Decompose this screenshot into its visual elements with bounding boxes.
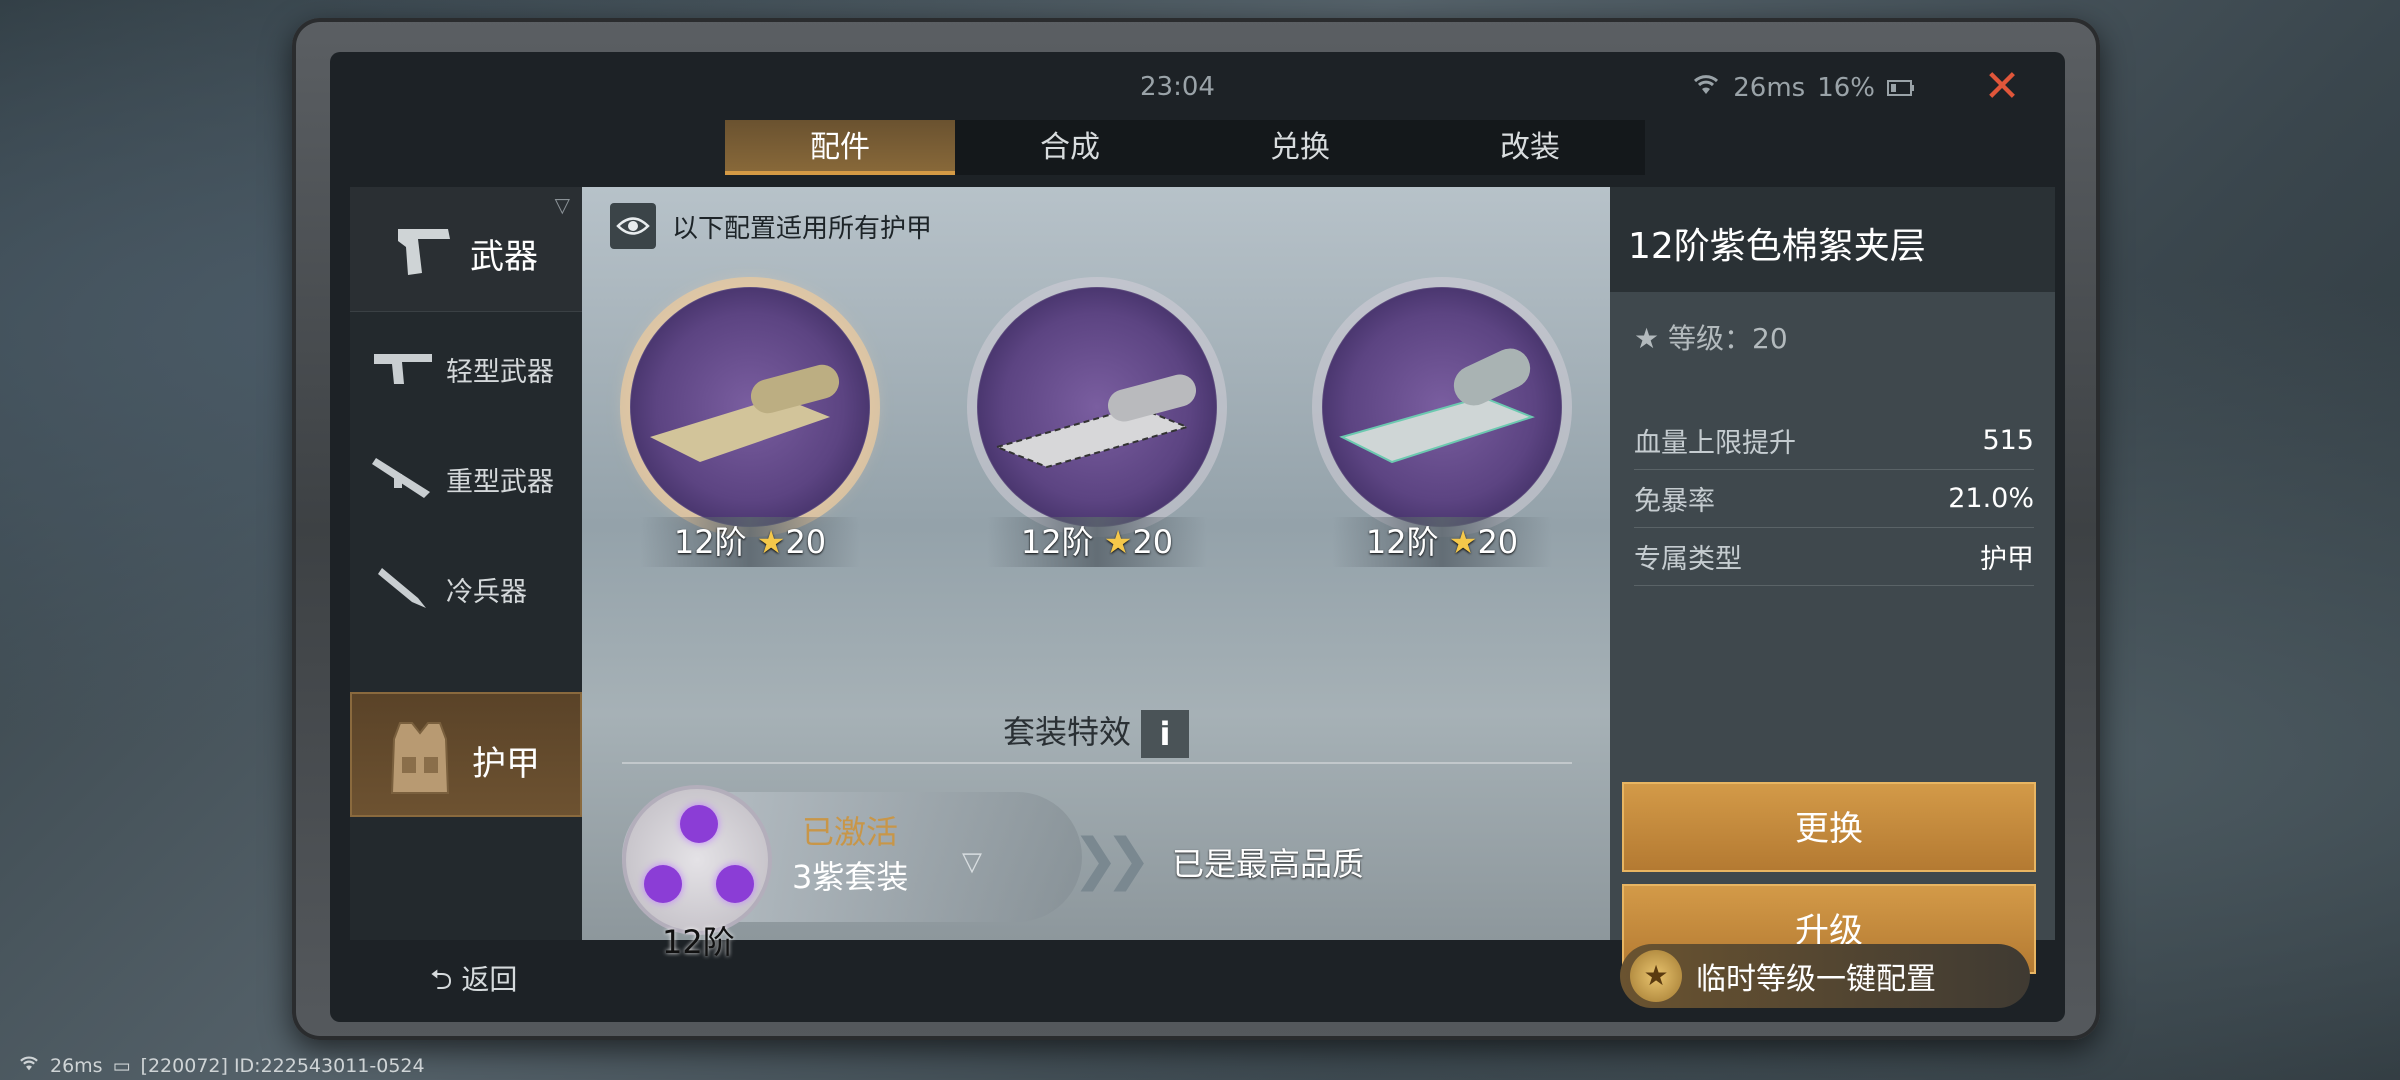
wifi-icon — [18, 1054, 40, 1077]
sidebar-item-melee[interactable]: 冷兵器 — [350, 532, 582, 640]
star-icon: ★ — [1448, 523, 1478, 561]
category-weapons[interactable]: ▽ 武器 — [350, 187, 582, 312]
bottom-ping: 26ms — [50, 1054, 103, 1077]
item-title: 12阶紫色棉絮夹层 — [1628, 226, 1926, 267]
tab-synthesis[interactable]: 合成 — [955, 120, 1185, 175]
accessory-slot-1[interactable]: 12阶 ★20 — [610, 287, 890, 567]
item-caption: 12阶 ★20 — [1332, 517, 1552, 567]
clock: 23:04 — [1140, 72, 1215, 102]
set-level: 12阶 — [662, 923, 735, 961]
knife-icon — [378, 568, 426, 608]
divider — [622, 762, 1572, 764]
replace-button[interactable]: 更换 — [1622, 782, 2036, 872]
set-emblem-icon — [622, 785, 772, 935]
set-effect-header: 套装特效 i — [582, 707, 1610, 758]
max-quality-note: 已是最高品质 — [1172, 845, 1365, 883]
star-icon: ★ — [1634, 322, 1660, 355]
back-arrow-icon: ⮌ — [430, 963, 453, 996]
set-status: 已激活 — [802, 813, 899, 851]
tab-exchange[interactable]: 兑换 — [1185, 120, 1415, 175]
wifi-icon — [1691, 72, 1721, 103]
status-bar: 23:04 26ms 16% ✕ — [330, 52, 2065, 122]
battery-icon: ▭ — [112, 1054, 131, 1077]
battery-icon — [1887, 73, 1915, 103]
category-armor[interactable]: 护甲 — [350, 692, 582, 817]
category-sidebar: ▽ 武器 轻型武器 重型武器 冷兵器 护甲 — [350, 187, 582, 940]
item-level: ★ 等级：20 — [1634, 322, 1788, 355]
set-effect-title: 套装特效 — [1002, 713, 1131, 751]
eye-icon[interactable] — [610, 203, 656, 249]
item-caption: 12阶 ★20 — [987, 517, 1207, 567]
stat-row: 专属类型 护甲 — [1634, 528, 2034, 586]
star-icon: ★ — [1103, 523, 1133, 561]
set-name: 3紫套装 — [792, 858, 909, 896]
one-click-config-button[interactable]: ★ 临时等级一键配置 — [1620, 944, 2030, 1008]
item-caption: 12阶 ★20 — [640, 517, 860, 567]
fabric-roll-hex-icon — [1322, 287, 1562, 527]
back-button[interactable]: ⮌ 返回 — [430, 958, 517, 1007]
fabric-roll-plain-icon — [630, 287, 870, 527]
double-chevron-icon: ❯❯ — [1072, 827, 1152, 892]
collapse-triangle-icon: ▽ — [554, 193, 570, 217]
sidebar-item-label: 冷兵器 — [446, 577, 527, 608]
network-status: 26ms 16% — [1691, 72, 1915, 103]
battery-text: 16% — [1817, 72, 1875, 103]
accessory-panel: 以下配置适用所有护甲 12阶 ★20 12阶 ★20 12阶 ★20 套装特效 i — [582, 187, 1610, 961]
category-armor-label: 护甲 — [472, 744, 540, 784]
notice-text: 以下配置适用所有护甲 — [672, 213, 933, 244]
one-click-config-label: 临时等级一键配置 — [1696, 962, 1936, 997]
fabric-roll-mesh-icon — [977, 287, 1217, 527]
sidebar-item-label: 轻型武器 — [446, 357, 554, 388]
item-detail-panel: 12阶紫色棉絮夹层 ★ 等级：20 血量上限提升 515 免暴率 21.0% 专属类… — [1610, 187, 2055, 974]
rocket-launcher-icon — [372, 458, 430, 498]
chevron-down-icon[interactable]: ▽ — [962, 847, 982, 877]
stats-list: 血量上限提升 515 免暴率 21.0% 专属类型 护甲 — [1634, 412, 2034, 586]
notice: 以下配置适用所有护甲 — [610, 203, 932, 249]
detail-title-bar: 12阶紫色棉絮夹层 — [1610, 187, 2055, 292]
tab-accessories[interactable]: 配件 — [725, 120, 955, 175]
star-icon: ★ — [756, 523, 786, 561]
smg-icon — [374, 354, 432, 384]
accessory-slot-3[interactable]: 12阶 ★20 — [1302, 287, 1582, 567]
sidebar-item-light-weapons[interactable]: 轻型武器 — [350, 312, 582, 420]
vest-icon — [390, 722, 450, 794]
tab-bar: 配件 合成 兑换 改装 — [725, 120, 1645, 175]
stat-row: 免暴率 21.0% — [1634, 470, 2034, 528]
ping-text: 26ms — [1733, 72, 1806, 103]
accessory-slot-2[interactable]: 12阶 ★20 — [957, 287, 1237, 567]
medal-star-icon: ★ — [1630, 950, 1682, 1002]
tab-modify[interactable]: 改装 — [1415, 120, 1645, 175]
game-window: 23:04 26ms 16% ✕ 配件 合成 兑换 改装 ▽ 武器 轻型武器 重… — [330, 52, 2065, 1022]
info-button[interactable]: i — [1141, 710, 1189, 758]
sidebar-item-label: 重型武器 — [446, 467, 554, 498]
sidebar-item-heavy-weapons[interactable]: 重型武器 — [350, 422, 582, 530]
stat-row: 血量上限提升 515 — [1634, 412, 2034, 470]
category-weapons-label: 武器 — [470, 237, 538, 277]
pistol-icon — [398, 229, 450, 275]
debug-info: 26ms ▭ [220072] ID:222543011-0524 — [18, 1054, 425, 1077]
close-icon[interactable]: ✕ — [1977, 62, 2027, 112]
player-id: [220072] ID:222543011-0524 — [140, 1054, 425, 1077]
